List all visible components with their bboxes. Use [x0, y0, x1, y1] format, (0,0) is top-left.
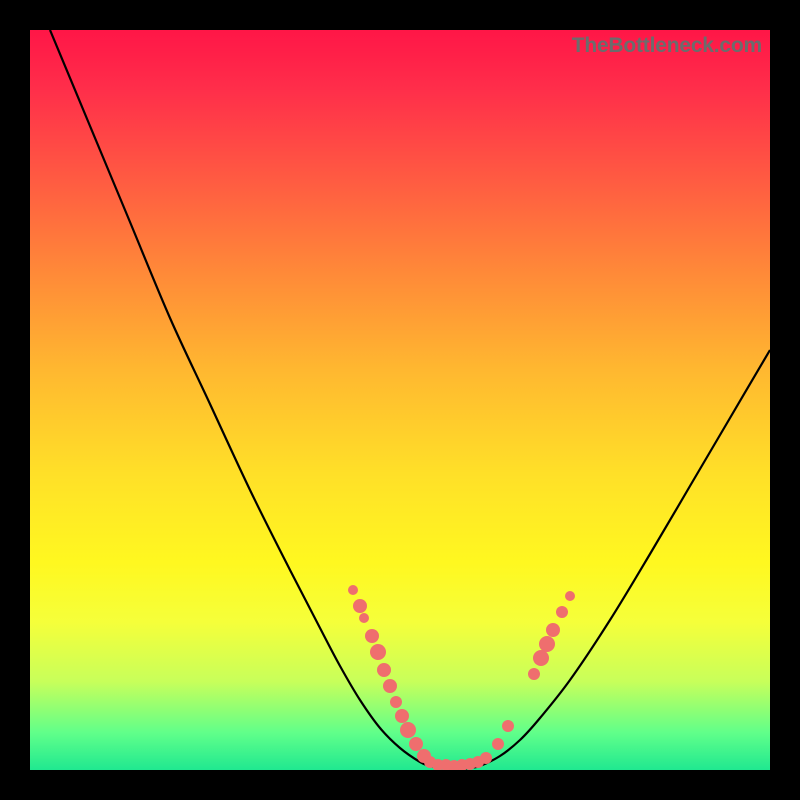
data-point [480, 752, 492, 764]
data-point [370, 644, 386, 660]
data-point [565, 591, 575, 601]
curve-svg [30, 30, 770, 770]
data-point [395, 709, 409, 723]
data-point [539, 636, 555, 652]
data-point [492, 738, 504, 750]
data-point [353, 599, 367, 613]
data-point [502, 720, 514, 732]
outer-frame: TheBottleneck.com [0, 0, 800, 800]
data-point [400, 722, 416, 738]
bottleneck-curve [50, 30, 770, 769]
data-point [365, 629, 379, 643]
data-point [383, 679, 397, 693]
data-point [556, 606, 568, 618]
data-point [546, 623, 560, 637]
data-point [359, 613, 369, 623]
data-point [533, 650, 549, 666]
data-point [377, 663, 391, 677]
plot-area: TheBottleneck.com [30, 30, 770, 770]
data-point [390, 696, 402, 708]
data-point [528, 668, 540, 680]
data-point [348, 585, 358, 595]
